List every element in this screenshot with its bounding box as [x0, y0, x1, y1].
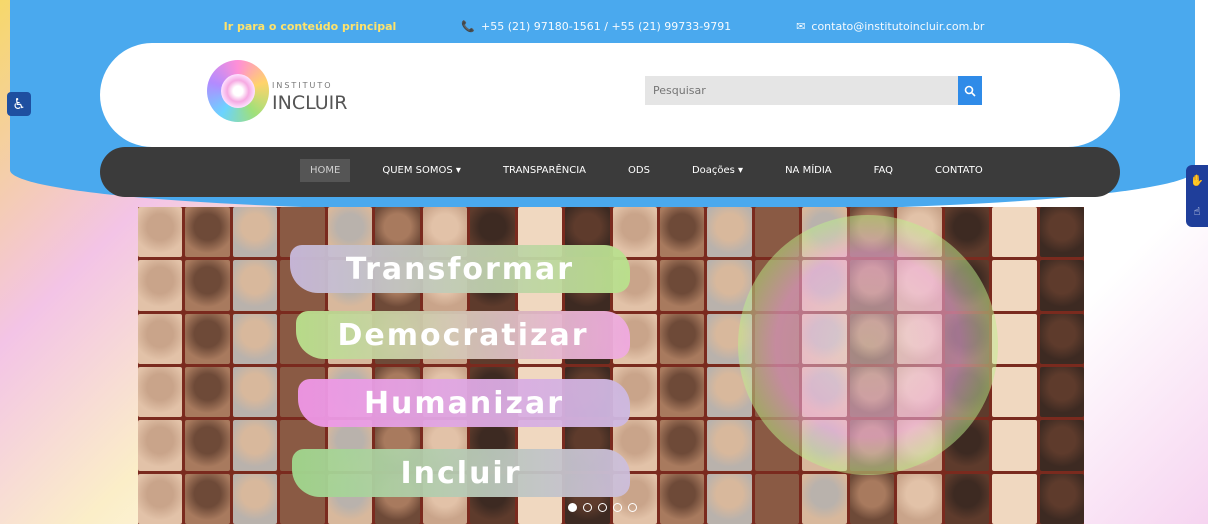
portrait-tile: [1039, 473, 1084, 524]
portrait-tile: [138, 207, 183, 258]
portrait-tile: [1039, 313, 1084, 364]
portrait-tile: [707, 420, 752, 471]
portrait-tile: [232, 473, 278, 524]
nav-item-doacoes[interactable]: Doações ▾: [682, 159, 753, 182]
portrait-tile: [992, 366, 1037, 418]
main-navigation: HOME QUEM SOMOS ▾ TRANSPARÊNCIA ODS Doaç…: [100, 147, 1120, 197]
slider-dot[interactable]: [583, 503, 592, 512]
phone-icon: 📞: [461, 19, 475, 33]
portrait-tile: [659, 366, 705, 418]
portrait-tile: [659, 420, 705, 471]
portrait-tile: [232, 366, 278, 418]
hero-word-incluir: Incluir: [292, 449, 630, 497]
envelope-icon: ✉: [796, 19, 806, 33]
logo-overlay-circle: [738, 215, 998, 475]
portrait-tile: [138, 313, 183, 364]
skip-to-content-link[interactable]: Ir para o conteúdo principal: [224, 20, 397, 33]
portrait-tile: [944, 473, 990, 524]
logo-title[interactable]: INCLUIR: [272, 92, 347, 114]
portrait-tile: [138, 366, 183, 418]
slider-dot[interactable]: [568, 503, 577, 512]
portrait-tile: [992, 260, 1037, 311]
portrait-tile: [185, 313, 230, 364]
email-info[interactable]: ✉ contato@institutoincluir.com.br: [796, 20, 984, 33]
portrait-tile: [232, 207, 278, 258]
hero-slider[interactable]: Transformar Democratizar Humanizar Inclu…: [138, 207, 1084, 524]
top-bar: Ir para o conteúdo principal 📞 +55 (21) …: [0, 14, 1208, 38]
portrait-tile: [707, 473, 752, 524]
portrait-tile: [1039, 260, 1084, 311]
portrait-tile: [185, 207, 230, 258]
portrait-tile: [185, 473, 230, 524]
slider-dot[interactable]: [598, 503, 607, 512]
portrait-tile: [1039, 366, 1084, 418]
vlibras-widget[interactable]: ✋ ☝: [1186, 165, 1208, 227]
portrait-tile: [232, 420, 278, 471]
portrait-tile: [185, 260, 230, 311]
search-button[interactable]: [958, 76, 982, 105]
portrait-tile: [138, 473, 183, 524]
portrait-tile: [992, 207, 1037, 258]
slider-dot[interactable]: [613, 503, 622, 512]
portrait-tile: [138, 420, 183, 471]
nav-item-home[interactable]: HOME: [300, 159, 351, 182]
portrait-tile: [659, 207, 705, 258]
hero-word-transformar: Transformar: [290, 245, 630, 293]
slider-dot[interactable]: [628, 503, 637, 512]
nav-item-na-midia[interactable]: NA MÍDIA: [775, 159, 842, 182]
portrait-tile: [138, 260, 183, 311]
nav-item-quem-somos[interactable]: QUEM SOMOS ▾: [372, 159, 471, 182]
logo-mark[interactable]: [207, 60, 269, 122]
search-icon: [964, 85, 976, 97]
nav-item-contato[interactable]: CONTATO: [925, 159, 993, 182]
portrait-tile: [1039, 420, 1084, 471]
portrait-tile: [185, 420, 230, 471]
portrait-tile: [707, 207, 752, 258]
portrait-tile: [802, 473, 847, 524]
slider-pagination: [568, 503, 637, 512]
nav-item-faq[interactable]: FAQ: [864, 159, 903, 182]
portrait-tile: [659, 473, 705, 524]
portrait-tile: [659, 260, 705, 311]
logo-subtitle: INSTITUTO: [272, 81, 333, 90]
search-input[interactable]: [645, 76, 958, 105]
hero-word-humanizar: Humanizar: [298, 379, 630, 427]
accessibility-button[interactable]: ♿: [7, 92, 31, 116]
email-address: contato@institutoincluir.com.br: [811, 19, 985, 33]
portrait-tile: [659, 313, 705, 364]
portrait-tile: [897, 473, 942, 524]
portrait-tile: [754, 473, 800, 524]
phone-info[interactable]: 📞 +55 (21) 97180-1561 / +55 (21) 99733-9…: [461, 20, 731, 33]
portrait-tile: [992, 473, 1037, 524]
hero-word-democratizar: Democratizar: [296, 311, 630, 359]
portrait-tile: [992, 420, 1037, 471]
hand-icon: ☝: [1193, 205, 1201, 218]
accessibility-icon: ♿: [12, 95, 26, 113]
portrait-tile: [232, 313, 278, 364]
sign-language-icon: ✋: [1190, 174, 1204, 187]
portrait-tile: [232, 260, 278, 311]
nav-item-ods[interactable]: ODS: [618, 159, 660, 182]
portrait-tile: [849, 473, 895, 524]
phone-number: +55 (21) 97180-1561 / +55 (21) 99733-979…: [481, 19, 732, 33]
portrait-tile: [992, 313, 1037, 364]
nav-item-transparencia[interactable]: TRANSPARÊNCIA: [493, 159, 596, 182]
portrait-tile: [185, 366, 230, 418]
portrait-tile: [1039, 207, 1084, 258]
